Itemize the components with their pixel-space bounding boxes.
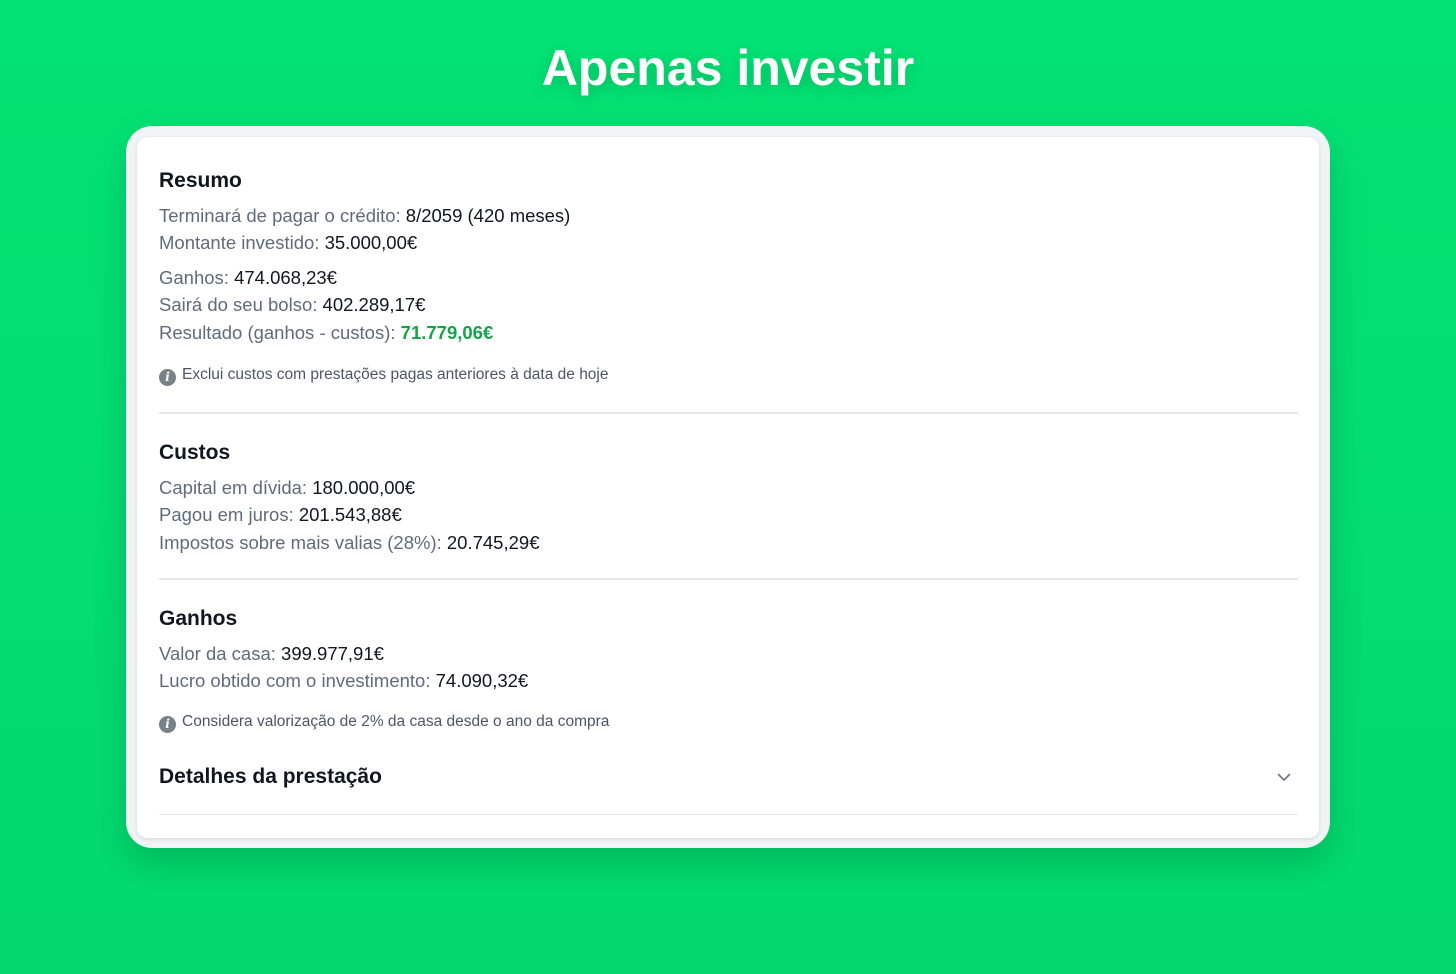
resumo-row-out-of-pocket: Sairá do seu bolso: 402.289,17€ bbox=[159, 292, 425, 318]
custos-capital-label: Capital em dívida: bbox=[159, 477, 308, 498]
section-divider bbox=[159, 412, 1298, 414]
ganhos-house-value-label: Valor da casa: bbox=[159, 643, 276, 664]
section-divider bbox=[159, 578, 1298, 580]
resumo-row-result: Resultado (ganhos - custos): 71.779,06€ bbox=[159, 320, 493, 346]
resumo-title: Resumo bbox=[159, 169, 242, 192]
ganhos-house-value-value: 399.977,91€ bbox=[281, 643, 384, 664]
resumo-gains-label: Ganhos: bbox=[159, 267, 229, 288]
resumo-row-invested: Montante investido: 35.000,00€ bbox=[159, 230, 417, 256]
ganhos-note: i Considera valorização de 2% da casa des… bbox=[159, 711, 609, 733]
custos-row-taxes: Impostos sobre mais valias (28%): 20.745… bbox=[159, 530, 539, 556]
custos-row-capital: Capital em dívida: 180.000,00€ bbox=[159, 475, 415, 501]
resumo-end-date-value: 8/2059 (420 meses) bbox=[405, 205, 571, 226]
resumo-row-gains: Ganhos: 474.068,23€ bbox=[159, 265, 337, 291]
info-icon: i bbox=[159, 716, 176, 733]
ganhos-row-investment-profit: Lucro obtido com o investimento: 74.090,… bbox=[159, 668, 528, 694]
resumo-invested-label: Montante investido: bbox=[159, 232, 320, 253]
page-title: Apenas investir bbox=[541, 40, 915, 96]
results-panel: Resumo Terminará de pagar o crédito: 8/2… bbox=[137, 137, 1319, 838]
resumo-end-date-label: Terminará de pagar o crédito: bbox=[159, 205, 401, 226]
custos-taxes-value: 20.745,29€ bbox=[446, 532, 540, 553]
custos-row-interest: Pagou em juros: 201.543,88€ bbox=[159, 502, 402, 528]
custos-interest-label: Pagou em juros: bbox=[159, 504, 294, 525]
ganhos-row-house-value: Valor da casa: 399.977,91€ bbox=[159, 641, 384, 667]
results-card: Resumo Terminará de pagar o crédito: 8/2… bbox=[126, 126, 1330, 848]
custos-taxes-label: Impostos sobre mais valias (28%): bbox=[159, 532, 442, 553]
ganhos-investment-profit-value: 74.090,32€ bbox=[435, 670, 529, 691]
ganhos-investment-profit-label: Lucro obtido com o investimento: bbox=[159, 670, 431, 691]
custos-capital-value: 180.000,00€ bbox=[312, 477, 416, 498]
custos-interest-value: 201.543,88€ bbox=[298, 504, 402, 525]
resumo-invested-value: 35.000,00€ bbox=[324, 232, 418, 253]
detalhes-accordion-toggle[interactable]: Detalhes da prestação bbox=[159, 759, 1298, 799]
ganhos-note-text: Considera valorização de 2% da casa desd… bbox=[182, 713, 610, 730]
ganhos-title: Ganhos bbox=[159, 607, 238, 630]
chevron-down-icon[interactable] bbox=[1276, 769, 1292, 785]
resumo-result-label: Resultado (ganhos - custos): bbox=[159, 322, 396, 343]
resumo-note-text: Exclui custos com prestações pagas anter… bbox=[182, 366, 609, 383]
resumo-out-of-pocket-value: 402.289,17€ bbox=[322, 294, 426, 315]
resumo-row-end-date: Terminará de pagar o crédito: 8/2059 (42… bbox=[159, 203, 570, 229]
info-icon: i bbox=[159, 369, 176, 386]
resumo-gains-value: 474.068,23€ bbox=[234, 267, 337, 288]
accordion-divider bbox=[159, 814, 1298, 815]
custos-title: Custos bbox=[159, 441, 231, 464]
resumo-note: i Exclui custos com prestações pagas ante… bbox=[159, 364, 609, 386]
resumo-result-value: 71.779,06€ bbox=[400, 322, 494, 343]
resumo-out-of-pocket-label: Sairá do seu bolso: bbox=[159, 294, 318, 315]
detalhes-title: Detalhes da prestação bbox=[159, 765, 382, 788]
